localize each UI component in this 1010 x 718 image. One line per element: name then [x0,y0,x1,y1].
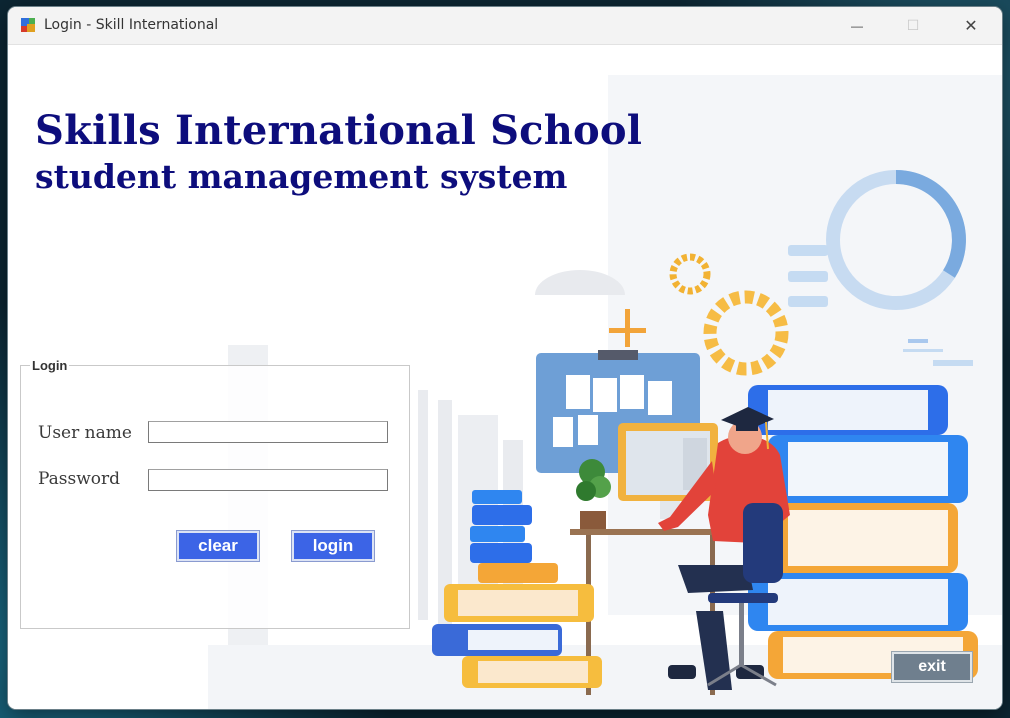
close-button[interactable]: ✕ [948,7,994,44]
app-icon [21,18,35,32]
system-subtitle: student management system [35,157,568,196]
exit-button[interactable]: exit [891,651,973,683]
password-label: Password [38,469,121,489]
login-group-legend: Login [30,358,70,373]
minimize-icon: — [851,18,863,33]
close-icon: ✕ [964,17,978,35]
password-input[interactable] [148,469,388,491]
login-button[interactable]: login [291,530,375,562]
title-bar[interactable]: Login - Skill International — ☐ ✕ [8,7,1002,45]
username-input[interactable] [148,421,388,443]
username-label: User name [38,423,132,443]
window-title: Login - Skill International [44,17,219,33]
form-client-area: Skills International School student mana… [8,45,1002,709]
maximize-button[interactable]: ☐ [890,7,936,44]
maximize-icon: ☐ [906,17,920,33]
school-title: Skills International School [35,107,643,154]
login-window: Login - Skill International — ☐ ✕ Skills… [8,7,1002,709]
clear-button[interactable]: clear [176,530,260,562]
minimize-button[interactable]: — [834,7,880,44]
login-groupbox: Login User name Password clear login [20,358,410,629]
